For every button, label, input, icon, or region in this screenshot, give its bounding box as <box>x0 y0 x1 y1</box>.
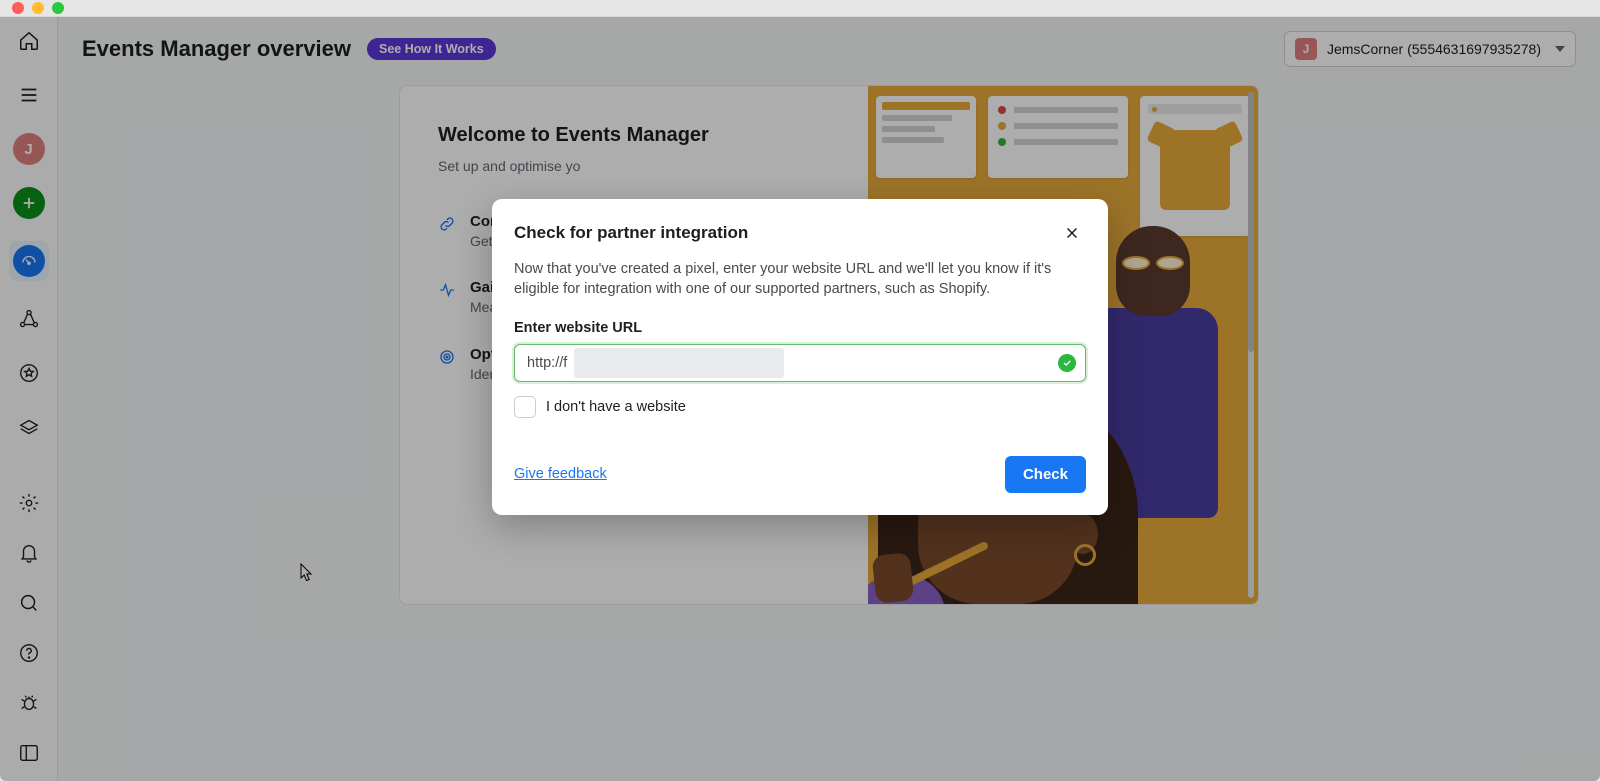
macos-titlebar <box>0 0 1600 17</box>
partner-integration-modal: Check for partner integration Now that y… <box>492 199 1108 515</box>
give-feedback-link[interactable]: Give feedback <box>514 466 607 482</box>
viewport: J <box>0 17 1600 781</box>
no-website-checkbox[interactable] <box>514 396 536 418</box>
window-minimize-button[interactable] <box>32 2 44 14</box>
url-field-label: Enter website URL <box>514 320 1086 336</box>
window-close-button[interactable] <box>12 2 24 14</box>
browser-window: J <box>0 0 1600 781</box>
modal-close-button[interactable] <box>1058 219 1086 247</box>
no-website-label: I don't have a website <box>546 399 686 415</box>
window-zoom-button[interactable] <box>52 2 64 14</box>
modal-description: Now that you've created a pixel, enter y… <box>514 259 1086 300</box>
modal-title: Check for partner integration <box>514 223 1058 243</box>
redacted-url-segment <box>574 348 784 378</box>
check-button[interactable]: Check <box>1005 456 1086 493</box>
check-success-icon <box>1058 354 1076 372</box>
